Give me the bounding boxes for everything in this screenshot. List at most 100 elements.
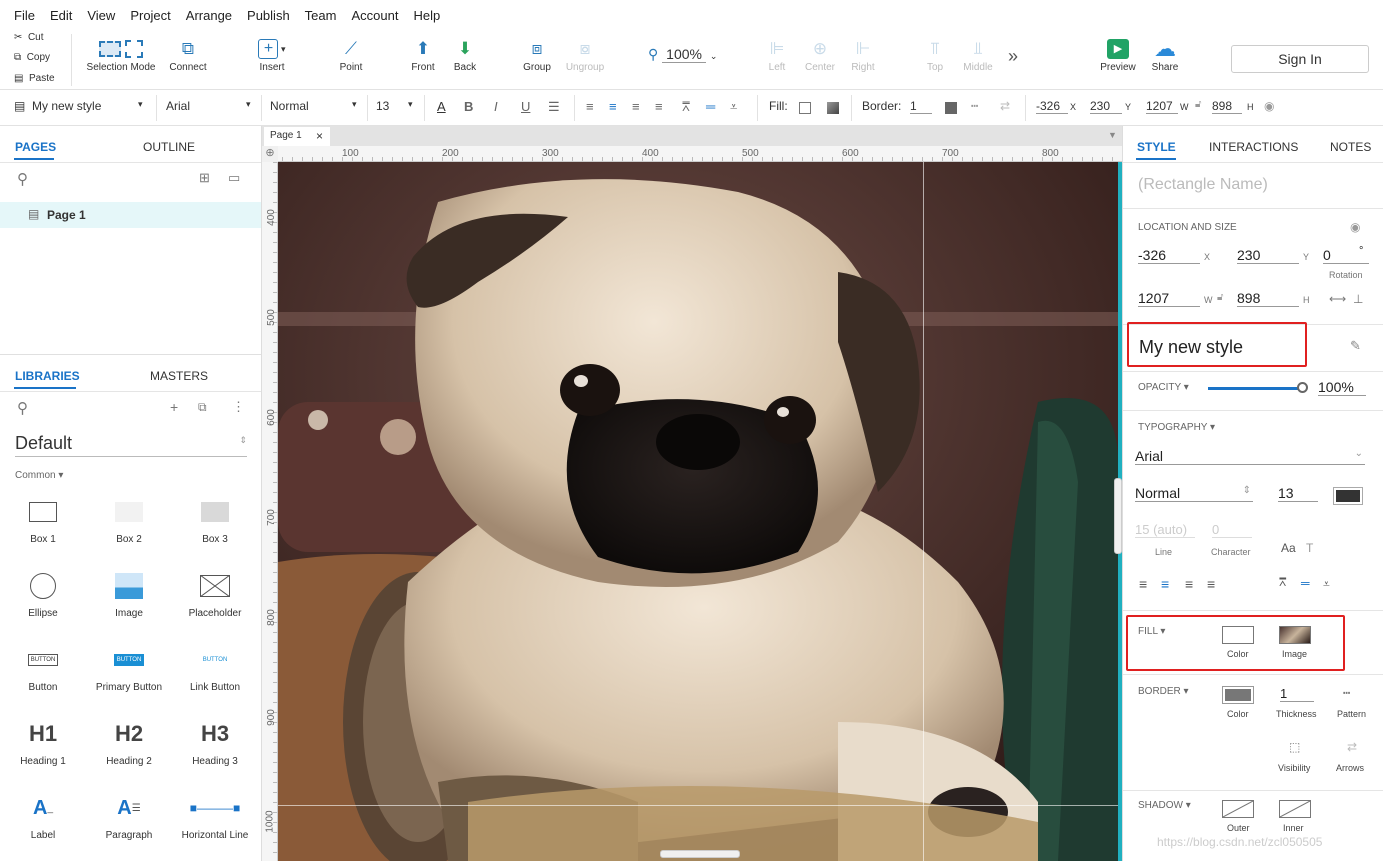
- menu-account[interactable]: Account: [351, 8, 398, 23]
- menu-team[interactable]: Team: [305, 8, 337, 23]
- shadow-inner-swatch[interactable]: [1279, 800, 1311, 818]
- typography-weight-select[interactable]: Normal ⇕: [1135, 485, 1253, 502]
- align-text-center-icon[interactable]: ≡: [1161, 576, 1169, 592]
- text-color-swatch[interactable]: [1333, 487, 1363, 505]
- font-select[interactable]: Arial ▾: [166, 99, 254, 113]
- menu-file[interactable]: File: [14, 8, 35, 23]
- tab-page1[interactable]: Page 1 ×: [264, 127, 330, 146]
- add-library-icon[interactable]: +: [170, 399, 178, 415]
- opacity-slider-thumb[interactable]: [1297, 382, 1308, 393]
- typography-font-select[interactable]: Arial ⌄: [1135, 448, 1365, 465]
- style-select[interactable]: ▤ My new style ▾: [14, 99, 143, 113]
- location-x-input[interactable]: -326: [1138, 247, 1200, 264]
- arrows-icon[interactable]: ⇄: [1000, 99, 1010, 113]
- lock-icon[interactable]: 🔓︎: [1195, 99, 1201, 110]
- library-item-box2[interactable]: Box 2: [86, 494, 172, 545]
- bullet-list-icon[interactable]: ☰: [548, 99, 560, 115]
- justify-text-icon[interactable]: ≡: [1207, 576, 1215, 592]
- opacity-input[interactable]: 100%: [1318, 379, 1366, 396]
- library-item-placeholder[interactable]: Placeholder: [172, 568, 258, 619]
- back-button[interactable]: ⬇ Back: [430, 36, 500, 73]
- typography-size-input[interactable]: 13: [1278, 485, 1318, 502]
- border-thickness-input[interactable]: 1: [910, 99, 932, 114]
- text-color-icon[interactable]: A: [437, 99, 446, 114]
- add-page-icon[interactable]: ⊞: [199, 170, 210, 186]
- library-item-heading2[interactable]: H2 Heading 2: [86, 716, 172, 767]
- library-item-image[interactable]: Image: [86, 568, 172, 619]
- text-case-icon[interactable]: Aa: [1281, 541, 1296, 555]
- border-pattern-icon[interactable]: ┅: [971, 99, 978, 113]
- share-button[interactable]: ☁ Share: [1130, 36, 1200, 73]
- border-color-swatch[interactable]: [945, 102, 957, 114]
- valign-top-icon[interactable]: ⩞: [1279, 575, 1286, 590]
- width-input[interactable]: 1207: [1146, 99, 1178, 114]
- shadow-title[interactable]: SHADOW ▾: [1138, 800, 1191, 811]
- guide-line-horizontal[interactable]: [278, 805, 1118, 806]
- close-icon[interactable]: ×: [316, 129, 323, 143]
- fill-image-icon[interactable]: [827, 102, 839, 114]
- text-shadow-icon[interactable]: T: [1306, 541, 1313, 555]
- location-y-input[interactable]: 230: [1237, 247, 1299, 264]
- character-spacing-input[interactable]: 0: [1212, 522, 1252, 538]
- eye-icon[interactable]: ◉: [1350, 220, 1360, 234]
- valign-top-icon[interactable]: ⩞: [682, 99, 690, 115]
- library-item-paragraph[interactable]: A ☰ Paragraph: [86, 790, 172, 842]
- copy-button[interactable]: ⧉ Copy: [14, 52, 50, 63]
- edit-style-icon[interactable]: ✎: [1350, 338, 1361, 354]
- align-middle-button[interactable]: ⫫ Middle: [943, 36, 1013, 73]
- library-item-primary-button[interactable]: BUTTON Primary Button: [86, 642, 172, 693]
- library-item-button[interactable]: BUTTON Button: [0, 642, 86, 693]
- font-size-select[interactable]: 13 ▾: [376, 99, 416, 113]
- tab-masters[interactable]: MASTERS: [150, 369, 208, 383]
- ruler-origin-icon[interactable]: ⊕: [262, 146, 278, 162]
- tab-libraries[interactable]: LIBRARIES: [15, 369, 80, 383]
- typography-title[interactable]: TYPOGRAPHY ▾: [1138, 422, 1215, 433]
- opacity-slider-track[interactable]: [1208, 387, 1303, 390]
- border-pattern-icon[interactable]: ┅: [1343, 686, 1350, 700]
- ungroup-button[interactable]: ⧇ Ungroup: [550, 36, 620, 73]
- library-item-link-button[interactable]: BUTTON Link Button: [172, 642, 258, 693]
- cut-button[interactable]: ✂ Cut: [14, 32, 44, 43]
- border-title[interactable]: BORDER ▾: [1138, 686, 1189, 697]
- library-group-common[interactable]: Common ▾: [15, 470, 63, 481]
- align-text-right-icon[interactable]: ≡: [1185, 576, 1193, 592]
- tab-pages[interactable]: PAGES: [15, 140, 56, 154]
- lock-aspect-icon[interactable]: 🔓︎: [1217, 292, 1223, 303]
- size-width-input[interactable]: 1207: [1138, 290, 1200, 307]
- height-input[interactable]: 898: [1212, 99, 1242, 114]
- tab-outline[interactable]: OUTLINE: [143, 140, 195, 154]
- valign-middle-icon[interactable]: ═: [706, 99, 715, 114]
- menu-help[interactable]: Help: [413, 8, 440, 23]
- library-item-heading1[interactable]: H1 Heading 1: [0, 716, 86, 767]
- opacity-title[interactable]: OPACITY ▾: [1138, 382, 1189, 393]
- selection-mode-button[interactable]: Selection Mode: [85, 36, 157, 73]
- underline-icon[interactable]: U: [521, 99, 530, 114]
- page-list-item[interactable]: ▤ Page 1: [0, 202, 261, 228]
- visibility-icon[interactable]: ⬚: [1289, 740, 1300, 754]
- eye-icon[interactable]: ◉: [1264, 99, 1274, 113]
- border-thickness-input[interactable]: 1: [1280, 686, 1314, 702]
- search-icon[interactable]: ⚲: [17, 170, 28, 188]
- x-input[interactable]: -326: [1036, 99, 1068, 114]
- library-item-horizontal-line[interactable]: ■―――■ Horizontal Line: [172, 790, 258, 841]
- tab-notes[interactable]: NOTES: [1330, 140, 1371, 154]
- y-input[interactable]: 230: [1090, 99, 1122, 114]
- shadow-outer-swatch[interactable]: [1222, 800, 1254, 818]
- add-folder-icon[interactable]: ▭: [228, 170, 240, 186]
- canvas-area[interactable]: Page 1 × ▼ 100 200 300 400 500 600 700 80…: [262, 126, 1122, 861]
- fill-color-swatch[interactable]: [799, 102, 811, 114]
- paste-button[interactable]: ▤ Paste: [14, 73, 55, 84]
- italic-icon[interactable]: I: [494, 99, 498, 114]
- valign-bottom-icon[interactable]: ⩡: [730, 99, 737, 115]
- line-height-input[interactable]: 15 (auto): [1135, 522, 1195, 538]
- size-height-input[interactable]: 898: [1237, 290, 1299, 307]
- bold-icon[interactable]: B: [464, 99, 473, 114]
- justify-text-icon[interactable]: ≡: [655, 99, 663, 114]
- menu-view[interactable]: View: [87, 8, 115, 23]
- tab-interactions[interactable]: INTERACTIONS: [1209, 140, 1298, 154]
- more-vertical-icon[interactable]: ⋮: [232, 399, 245, 415]
- border-color-swatch[interactable]: [1222, 686, 1254, 704]
- menu-publish[interactable]: Publish: [247, 8, 290, 23]
- library-options-icon[interactable]: ⧉: [198, 400, 207, 415]
- fit-height-icon[interactable]: ⊥: [1353, 292, 1363, 306]
